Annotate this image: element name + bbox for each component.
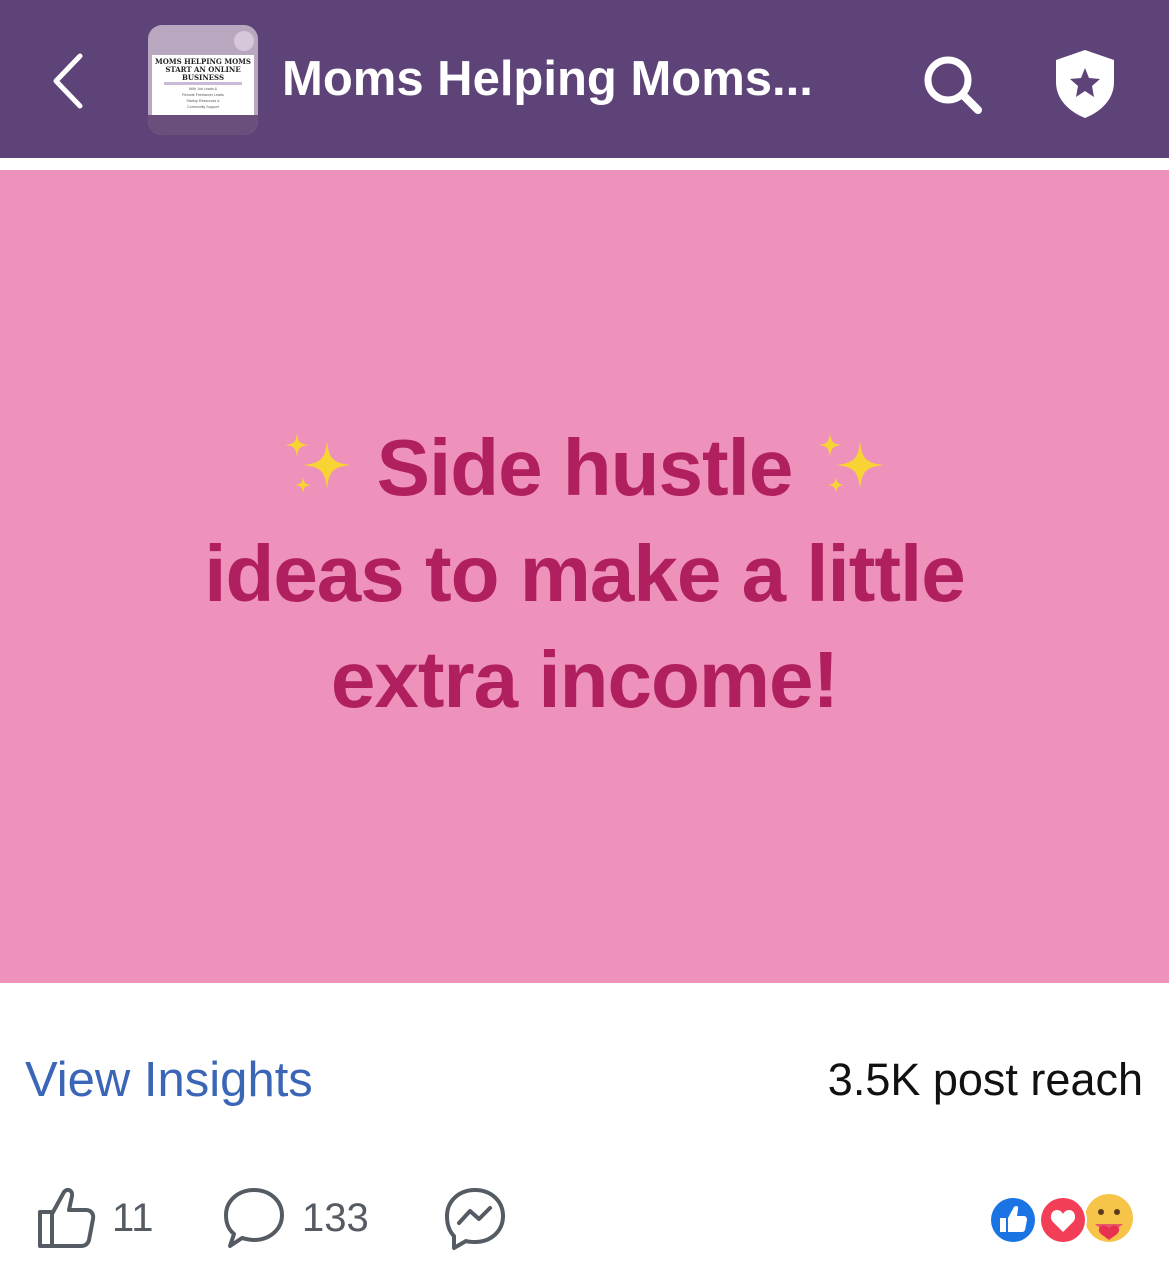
search-button[interactable] (918, 50, 988, 120)
app-header: MOMS HELPING MOMS START AN ONLINE BUSINE… (0, 0, 1169, 158)
post-headline: Side hustle ideas to make a little extra… (60, 415, 1109, 733)
care-reaction-icon (1085, 1194, 1133, 1242)
view-insights-link[interactable]: View Insights (25, 1050, 313, 1110)
like-reaction-icon (989, 1196, 1037, 1244)
thumbnail-card: MOMS HELPING MOMS START AN ONLINE BUSINE… (152, 55, 254, 115)
headline-text: Side hustle (376, 423, 794, 512)
group-avatar[interactable]: MOMS HELPING MOMS START AN ONLINE BUSINE… (148, 25, 258, 135)
post-reach: 3.5K post reach (827, 1054, 1143, 1105)
admin-tools-button[interactable] (1050, 46, 1120, 120)
thumbnail-subtext: Community Support (187, 105, 219, 109)
search-icon (924, 56, 982, 114)
reaction-icons (989, 1194, 1133, 1244)
comment-button[interactable]: 133 (222, 1182, 382, 1254)
comment-count: 133 (302, 1196, 369, 1240)
admin-shield-star-icon (1056, 50, 1114, 118)
like-button[interactable]: 11 (34, 1182, 164, 1254)
post-image[interactable]: Side hustle ideas to make a little extra… (0, 170, 1169, 983)
sparkles-icon (285, 433, 352, 493)
like-count: 11 (112, 1196, 154, 1240)
headline-line: ideas to make a little (204, 529, 966, 618)
thumbnail-divider (164, 82, 242, 85)
comment-bubble-icon (224, 1188, 284, 1248)
messenger-icon (445, 1188, 505, 1250)
thumbnail-subtext: Startup Resources & (186, 99, 220, 103)
sparkles-icon (817, 433, 884, 493)
thumbnail-strip (148, 115, 258, 135)
thumbnail-subtext: With Job Leads & (188, 87, 218, 91)
thumbnail-subtext: Remote Freelancer Leads (182, 93, 224, 97)
love-reaction-icon (1039, 1196, 1087, 1244)
chevron-left-icon (53, 53, 83, 109)
send-messenger-button[interactable] (442, 1182, 508, 1254)
headline-line: extra income! (330, 635, 839, 724)
headline-line: Side hustle (60, 415, 1109, 521)
thumbs-up-icon (38, 1187, 96, 1248)
thumbnail-title-line: BUSINESS (181, 73, 225, 82)
reaction-summary[interactable] (985, 1190, 1135, 1250)
group-name[interactable]: Moms Helping Moms... (282, 46, 813, 112)
back-button[interactable] (40, 44, 100, 114)
thumbnail-decoration (234, 31, 254, 51)
